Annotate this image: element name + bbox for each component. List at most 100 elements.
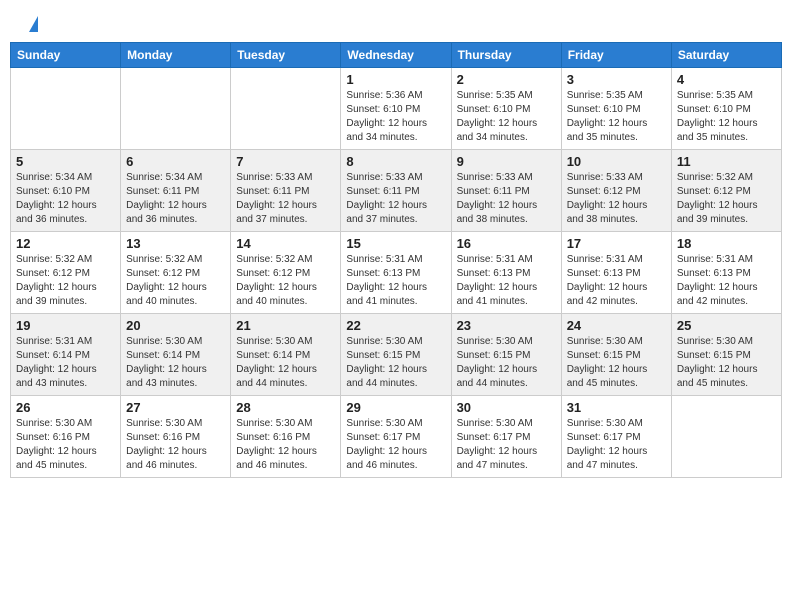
calendar-cell: 19 Sunrise: 5:31 AM Sunset: 6:14 PM Dayli… <box>11 314 121 396</box>
day-number: 9 <box>457 154 556 169</box>
calendar-table: SundayMondayTuesdayWednesdayThursdayFrid… <box>10 42 782 478</box>
day-info: Sunrise: 5:35 AM Sunset: 6:10 PM Dayligh… <box>567 89 666 145</box>
day-number: 7 <box>236 154 335 169</box>
day-number: 14 <box>236 236 335 251</box>
calendar-cell: 15 Sunrise: 5:31 AM Sunset: 6:13 PM Dayli… <box>341 232 451 314</box>
day-number: 13 <box>126 236 225 251</box>
day-number: 29 <box>346 400 445 415</box>
col-header-wednesday: Wednesday <box>341 43 451 68</box>
day-number: 5 <box>16 154 115 169</box>
calendar-cell: 18 Sunrise: 5:31 AM Sunset: 6:13 PM Dayli… <box>671 232 781 314</box>
col-header-friday: Friday <box>561 43 671 68</box>
calendar-cell: 13 Sunrise: 5:32 AM Sunset: 6:12 PM Dayli… <box>121 232 231 314</box>
calendar-cell: 21Sunrise: 5:30 AM Sunset: 6:14 PM Dayli… <box>231 314 341 396</box>
day-info: Sunrise: 5:36 AM Sunset: 6:10 PM Dayligh… <box>346 89 445 145</box>
day-number: 12 <box>16 236 115 251</box>
day-number: 24 <box>567 318 666 333</box>
day-number: 30 <box>457 400 556 415</box>
day-number: 1 <box>346 72 445 87</box>
col-header-tuesday: Tuesday <box>231 43 341 68</box>
day-info: Sunrise: 5:33 AM Sunset: 6:12 PM Dayligh… <box>567 171 666 227</box>
day-info: Sunrise: 5:31 AM Sunset: 6:13 PM Dayligh… <box>346 253 445 309</box>
calendar-cell: 25 Sunrise: 5:30 AM Sunset: 6:15 PM Dayli… <box>671 314 781 396</box>
day-number: 21 <box>236 318 335 333</box>
day-number: 28 <box>236 400 335 415</box>
calendar-cell: 22 Sunrise: 5:30 AM Sunset: 6:15 PM Dayli… <box>341 314 451 396</box>
day-info: Sunrise: 5:34 AM Sunset: 6:10 PM Dayligh… <box>16 171 115 227</box>
calendar-cell: 14Sunrise: 5:32 AM Sunset: 6:12 PM Dayli… <box>231 232 341 314</box>
calendar-cell: 4 Sunrise: 5:35 AM Sunset: 6:10 PM Daylig… <box>671 68 781 150</box>
day-info: Sunrise: 5:30 AM Sunset: 6:16 PM Dayligh… <box>16 417 115 473</box>
day-info: Sunrise: 5:32 AM Sunset: 6:12 PM Dayligh… <box>677 171 776 227</box>
calendar-cell <box>671 396 781 478</box>
day-info: Sunrise: 5:33 AM Sunset: 6:11 PM Dayligh… <box>346 171 445 227</box>
day-info: Sunrise: 5:34 AM Sunset: 6:11 PM Dayligh… <box>126 171 225 227</box>
day-number: 15 <box>346 236 445 251</box>
day-number: 27 <box>126 400 225 415</box>
calendar-cell: 29 Sunrise: 5:30 AM Sunset: 6:17 PM Dayli… <box>341 396 451 478</box>
day-info: Sunrise: 5:30 AM Sunset: 6:17 PM Dayligh… <box>346 417 445 473</box>
calendar-cell: 28 Sunrise: 5:30 AM Sunset: 6:16 PM Dayli… <box>231 396 341 478</box>
day-number: 8 <box>346 154 445 169</box>
day-number: 16 <box>457 236 556 251</box>
day-number: 18 <box>677 236 776 251</box>
day-info: Sunrise: 5:31 AM Sunset: 6:13 PM Dayligh… <box>677 253 776 309</box>
calendar-cell: 9 Sunrise: 5:33 AM Sunset: 6:11 PM Daylig… <box>451 150 561 232</box>
calendar-cell: 31 Sunrise: 5:30 AM Sunset: 6:17 PM Dayli… <box>561 396 671 478</box>
calendar-cell: 27 Sunrise: 5:30 AM Sunset: 6:16 PM Dayli… <box>121 396 231 478</box>
day-info: Sunrise: 5:30 AM Sunset: 6:17 PM Dayligh… <box>457 417 556 473</box>
day-info: Sunrise: 5:30 AM Sunset: 6:16 PM Dayligh… <box>126 417 225 473</box>
calendar-cell: 26 Sunrise: 5:30 AM Sunset: 6:16 PM Dayli… <box>11 396 121 478</box>
day-number: 2 <box>457 72 556 87</box>
logo <box>25 20 38 32</box>
day-info: Sunrise: 5:30 AM Sunset: 6:15 PM Dayligh… <box>457 335 556 391</box>
calendar-cell: 10 Sunrise: 5:33 AM Sunset: 6:12 PM Dayli… <box>561 150 671 232</box>
day-info: Sunrise: 5:30 AM Sunset: 6:15 PM Dayligh… <box>346 335 445 391</box>
day-info: Sunrise: 5:33 AM Sunset: 6:11 PM Dayligh… <box>457 171 556 227</box>
day-number: 23 <box>457 318 556 333</box>
calendar-cell: 7Sunrise: 5:33 AM Sunset: 6:11 PM Daylig… <box>231 150 341 232</box>
day-number: 11 <box>677 154 776 169</box>
day-number: 25 <box>677 318 776 333</box>
day-info: Sunrise: 5:30 AM Sunset: 6:15 PM Dayligh… <box>567 335 666 391</box>
day-number: 19 <box>16 318 115 333</box>
day-number: 31 <box>567 400 666 415</box>
day-number: 10 <box>567 154 666 169</box>
day-info: Sunrise: 5:31 AM Sunset: 6:14 PM Dayligh… <box>16 335 115 391</box>
calendar-cell: 17 Sunrise: 5:31 AM Sunset: 6:13 PM Dayli… <box>561 232 671 314</box>
calendar-cell: 6 Sunrise: 5:34 AM Sunset: 6:11 PM Daylig… <box>121 150 231 232</box>
col-header-sunday: Sunday <box>11 43 121 68</box>
col-header-monday: Monday <box>121 43 231 68</box>
calendar-cell: 2 Sunrise: 5:35 AM Sunset: 6:10 PM Daylig… <box>451 68 561 150</box>
calendar-cell: 30 Sunrise: 5:30 AM Sunset: 6:17 PM Dayli… <box>451 396 561 478</box>
day-info: Sunrise: 5:35 AM Sunset: 6:10 PM Dayligh… <box>457 89 556 145</box>
day-number: 22 <box>346 318 445 333</box>
day-info: Sunrise: 5:30 AM Sunset: 6:17 PM Dayligh… <box>567 417 666 473</box>
calendar-cell: 24 Sunrise: 5:30 AM Sunset: 6:15 PM Dayli… <box>561 314 671 396</box>
day-info: Sunrise: 5:32 AM Sunset: 6:12 PM Dayligh… <box>126 253 225 309</box>
calendar-cell: 3Sunrise: 5:35 AM Sunset: 6:10 PM Daylig… <box>561 68 671 150</box>
calendar-cell <box>121 68 231 150</box>
calendar-cell <box>231 68 341 150</box>
day-info: Sunrise: 5:30 AM Sunset: 6:16 PM Dayligh… <box>236 417 335 473</box>
day-number: 17 <box>567 236 666 251</box>
calendar-cell <box>11 68 121 150</box>
day-number: 6 <box>126 154 225 169</box>
day-number: 26 <box>16 400 115 415</box>
calendar-cell: 20 Sunrise: 5:30 AM Sunset: 6:14 PM Dayli… <box>121 314 231 396</box>
calendar-cell: 23 Sunrise: 5:30 AM Sunset: 6:15 PM Dayli… <box>451 314 561 396</box>
day-info: Sunrise: 5:30 AM Sunset: 6:14 PM Dayligh… <box>126 335 225 391</box>
calendar-cell: 11 Sunrise: 5:32 AM Sunset: 6:12 PM Dayli… <box>671 150 781 232</box>
col-header-saturday: Saturday <box>671 43 781 68</box>
page-header <box>10 10 782 37</box>
day-info: Sunrise: 5:32 AM Sunset: 6:12 PM Dayligh… <box>16 253 115 309</box>
day-info: Sunrise: 5:35 AM Sunset: 6:10 PM Dayligh… <box>677 89 776 145</box>
day-number: 4 <box>677 72 776 87</box>
col-header-thursday: Thursday <box>451 43 561 68</box>
day-info: Sunrise: 5:30 AM Sunset: 6:15 PM Dayligh… <box>677 335 776 391</box>
logo-triangle-icon <box>29 16 38 32</box>
calendar-cell: 16Sunrise: 5:31 AM Sunset: 6:13 PM Dayli… <box>451 232 561 314</box>
calendar-cell: 5 Sunrise: 5:34 AM Sunset: 6:10 PM Daylig… <box>11 150 121 232</box>
day-number: 20 <box>126 318 225 333</box>
day-info: Sunrise: 5:31 AM Sunset: 6:13 PM Dayligh… <box>567 253 666 309</box>
